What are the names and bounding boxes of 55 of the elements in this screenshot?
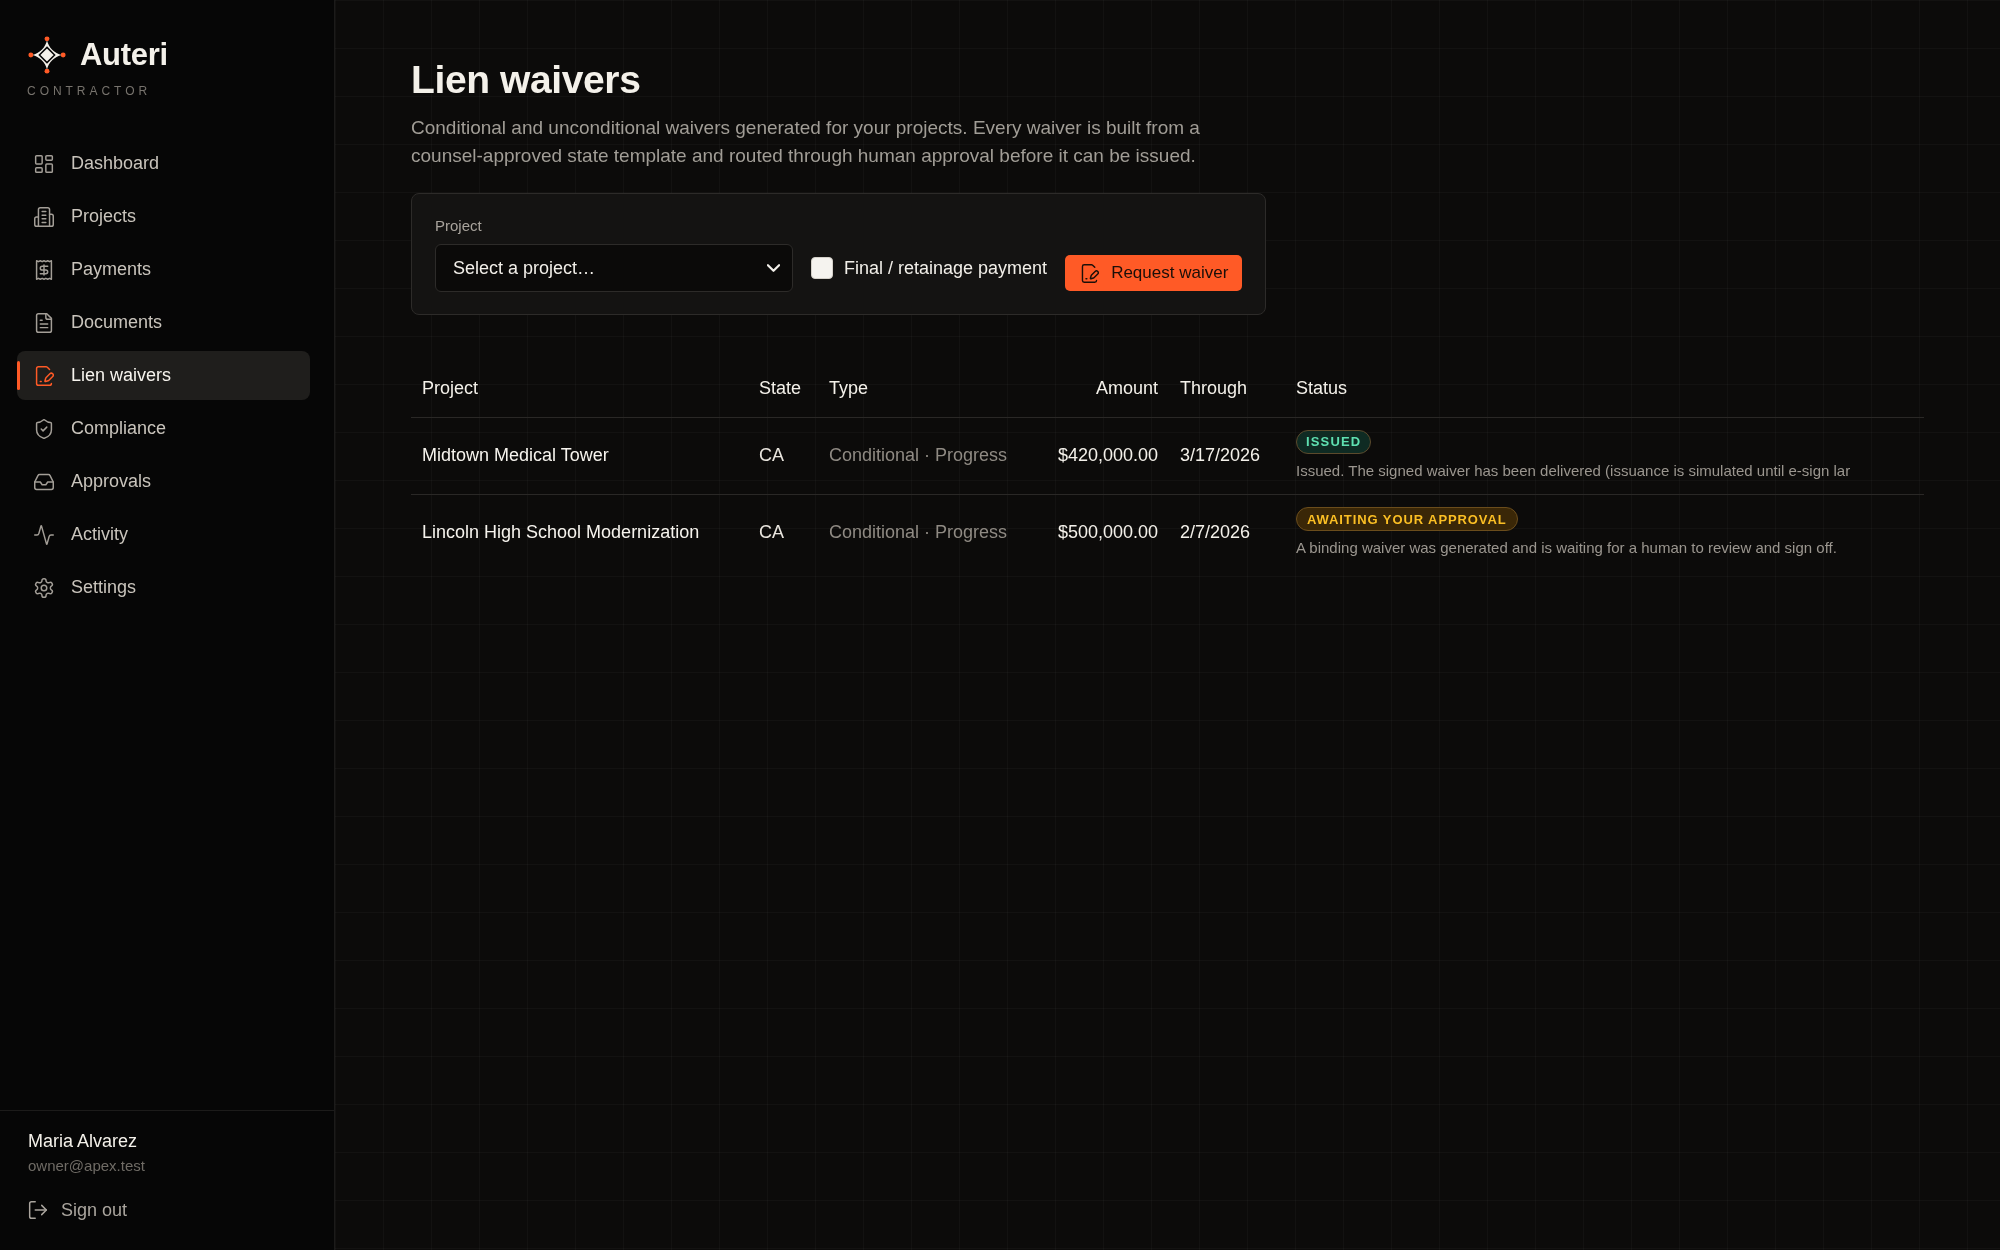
project-select[interactable]: Select a project… [435,244,793,292]
settings-icon [34,577,54,598]
nav-item[interactable]: Approvals [17,457,310,506]
status-badge: AWAITING YOUR APPROVAL [1296,507,1518,532]
table-cell: Conditional · Progress [818,494,1033,571]
dashboard-icon [34,153,54,174]
table-cell: 3/17/2026 [1169,417,1285,494]
nav-item[interactable]: Activity [17,510,310,559]
nav-item[interactable]: Documents [17,298,310,347]
column-header: State [748,361,818,417]
inbox-icon [34,471,54,492]
column-header: Through [1169,361,1285,417]
logo-icon [28,36,66,74]
nav-item[interactable]: Lien waivers [17,351,310,400]
table-cell: 2/7/2026 [1169,494,1285,571]
user-name: Maria Alvarez [28,1130,138,1153]
column-header: Type [818,361,1033,417]
chevron-down-icon [767,264,780,272]
table-cell: $500,000.00 [1033,494,1169,571]
building-icon [34,206,54,227]
nav-item[interactable]: Settings [17,563,310,612]
nav-item[interactable]: Compliance [17,404,310,453]
nav-item[interactable]: Dashboard [17,139,310,188]
status-badge: ISSUED [1296,430,1372,454]
status-description: Issued. The signed waiver has been delivered (issuance is simulated until e-sign lar [1296,461,1851,481]
nav-item[interactable]: Projects [17,192,310,241]
project-name-cell: Midtown Medical Tower [411,417,748,494]
status-description: A binding waiver was generated and is waiting for a human to review and sign off. [1296,538,1837,559]
document-pen-icon [34,365,54,386]
sign-out-icon [28,1200,48,1220]
checkbox-label: Final / retainage payment [844,256,1048,280]
receipt-icon [34,259,54,280]
pulse-line-icon [34,524,54,545]
sign-out-button[interactable]: Sign out [28,1198,128,1222]
nav-item[interactable]: Payments [17,245,310,294]
table-cell: Conditional · Progress [818,417,1033,494]
table-cell: CA [748,417,818,494]
table-cell: $420,000.00 [1033,417,1169,494]
request-waiver-button[interactable]: Request waiver [1065,255,1243,291]
field-label: Project [435,216,482,236]
column-header: Status [1285,361,1924,417]
document-pen-icon [1080,263,1100,283]
document-icon [34,312,54,333]
brand-name: Auteri [80,36,168,74]
project-name-cell: Lincoln High School Modernization [411,494,748,571]
shield-check-icon [34,418,54,439]
user-email: owner@apex.test [28,1156,145,1176]
active-indicator-icon [17,361,20,390]
brand-subtitle: CONTRACTOR [27,83,152,99]
table-cell: CA [748,494,818,571]
page-description: Conditional and unconditional waivers generated for your projects. Every waiver is built from a counsel-approved state template and routed through human approval before it can be issued. [411,116,1201,168]
checkbox[interactable] [811,257,833,279]
page-title: Lien waivers [411,57,641,103]
column-header: Amount [1033,361,1169,417]
column-header: Project [411,361,748,417]
